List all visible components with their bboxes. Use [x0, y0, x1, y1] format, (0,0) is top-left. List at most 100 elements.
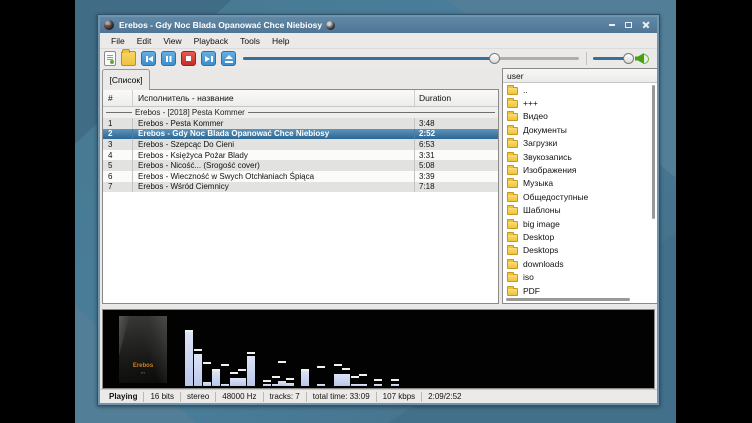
folder-item[interactable]: Desktops [503, 244, 657, 257]
folder-item[interactable]: Изображения [503, 163, 657, 176]
seek-slider[interactable] [243, 51, 579, 66]
folder-label: Звукозапись [523, 152, 572, 162]
status-segment: tracks: 7 [264, 392, 307, 402]
previous-button[interactable] [141, 51, 156, 66]
next-button[interactable] [201, 51, 216, 66]
minimize-button[interactable] [604, 19, 619, 31]
menu-item-tools[interactable]: Tools [234, 34, 266, 48]
folder-item[interactable]: Звукозапись [503, 150, 657, 163]
folder-item[interactable]: iso [503, 270, 657, 283]
track-row[interactable]: 2Erebos - Gdy Noc Blada Opanować Chce Ni… [103, 129, 498, 140]
spectrum-peak [334, 364, 342, 366]
folder-label: Desktop [523, 232, 554, 242]
folder-icon [507, 180, 518, 188]
horizontal-scrollbar-thumb[interactable] [506, 298, 630, 301]
folder-label: Видео [523, 111, 548, 121]
group-dash [248, 112, 495, 113]
folder-item[interactable]: +++ [503, 96, 657, 109]
folder-item[interactable]: .. [503, 83, 657, 96]
group-dash [106, 112, 132, 113]
folder-icon [507, 247, 518, 255]
horizontal-scrollbar[interactable] [506, 298, 647, 301]
track-duration: 6:53 [415, 140, 498, 149]
spectrum-bar [185, 332, 193, 386]
folder-item[interactable]: Desktop [503, 230, 657, 243]
file-browser-header[interactable]: user [503, 69, 657, 83]
track-row[interactable]: 3Erebos - Szepcąc Do Cieni6:53 [103, 139, 498, 150]
track-list: 1Erebos - Pesta Kommer3:482Erebos - Gdy … [103, 118, 498, 192]
menu-item-view[interactable]: View [157, 34, 187, 48]
spectrum-peak [342, 368, 350, 370]
eject-icon [222, 52, 235, 65]
file-browser-panel: user ..+++ Видео ДокументыЗагрузки Звукозап… [502, 68, 658, 304]
record-icon [326, 21, 335, 30]
folder-item[interactable]: Загрузки [503, 137, 657, 150]
spectrum-peak [391, 379, 399, 381]
track-row[interactable]: 6Erebos - Wieczność w Swych Otchłaniach … [103, 171, 498, 182]
track-row[interactable]: 4Erebos - Księżyca Pożar Blady3:31 [103, 150, 498, 161]
close-button[interactable] [638, 19, 653, 31]
folder-icon [507, 113, 518, 121]
spectrum-bar [374, 384, 382, 386]
speaker-icon[interactable] [635, 52, 650, 65]
open-folder-button[interactable] [121, 51, 136, 66]
track-number: 2 [103, 129, 133, 140]
menu-bar: FileEditViewPlaybackToolsHelp [100, 33, 657, 49]
maximize-button[interactable] [621, 19, 636, 31]
track-duration: 5:08 [415, 161, 498, 170]
column-header-duration[interactable]: Duration [415, 90, 498, 106]
column-header-number[interactable]: # [103, 90, 133, 106]
status-segment: 16 bits [144, 392, 181, 402]
window-title: Erebos - Gdy Noc Blada Opanować Chce Nie… [119, 20, 322, 30]
folder-icon [507, 221, 518, 229]
volume-handle[interactable] [623, 53, 634, 64]
playlist-tab[interactable]: [Список] [102, 69, 150, 90]
folder-label: PDF [523, 286, 540, 296]
menu-item-edit[interactable]: Edit [131, 34, 158, 48]
playlist-column-header: # Исполнитель - название Duration [103, 90, 498, 107]
folder-item[interactable]: Документы [503, 123, 657, 136]
window-content: Erebos - Gdy Noc Blada Opanować Chce Nie… [100, 17, 657, 403]
spectrum-bar [212, 371, 220, 386]
status-segment: Playing [103, 392, 144, 402]
add-file-button[interactable] [104, 51, 116, 66]
folder-item[interactable]: PDF [503, 284, 657, 297]
spectrum-bar [334, 374, 342, 386]
folder-icon [507, 140, 518, 148]
menu-item-file[interactable]: File [105, 34, 131, 48]
album-group-header[interactable]: Erebos - [2018] Pesta Kommer [103, 107, 498, 118]
folder-item[interactable]: Общедоступные [503, 190, 657, 203]
folder-label: Музыка [523, 178, 553, 188]
main-area: [Список] # Исполнитель - название Durati… [100, 68, 657, 307]
folder-item[interactable]: Шаблоны [503, 204, 657, 217]
status-segment: 107 kbps [377, 392, 422, 402]
pause-button[interactable] [161, 51, 176, 66]
folder-item[interactable]: Видео [503, 110, 657, 123]
spectrum-bar [221, 384, 229, 386]
folder-icon [507, 167, 518, 175]
track-title: Erebos - Wśród Ciemnicy [133, 182, 415, 193]
folder-label: iso [523, 272, 534, 282]
vertical-scrollbar-thumb[interactable] [652, 85, 655, 219]
seek-handle[interactable] [489, 53, 500, 64]
stop-button[interactable] [181, 51, 196, 66]
track-row[interactable]: 1Erebos - Pesta Kommer3:48 [103, 118, 498, 129]
spectrum-bar [278, 381, 286, 386]
spectrum-peak [351, 376, 359, 378]
spectrum-peak [301, 369, 309, 371]
title-bar[interactable]: Erebos - Gdy Noc Blada Opanować Chce Nie… [100, 17, 657, 33]
track-row[interactable]: 5Erebos - Nicość... (Srogość cover)5:08 [103, 160, 498, 171]
menu-item-playback[interactable]: Playback [188, 34, 235, 48]
eject-button[interactable] [221, 51, 236, 66]
column-header-artist-title[interactable]: Исполнитель - название [133, 90, 415, 106]
folder-item[interactable]: downloads [503, 257, 657, 270]
vertical-scrollbar[interactable] [651, 85, 656, 295]
volume-slider[interactable] [593, 51, 631, 66]
visualization-area[interactable]: Erebos ▪▪▪ [102, 309, 655, 389]
spectrum-bar [301, 371, 309, 386]
folder-item[interactable]: big image [503, 217, 657, 230]
track-row[interactable]: 7Erebos - Wśród Ciemnicy7:18 [103, 182, 498, 193]
add-file-icon [105, 52, 115, 65]
menu-item-help[interactable]: Help [266, 34, 295, 48]
folder-item[interactable]: Музыка [503, 177, 657, 190]
